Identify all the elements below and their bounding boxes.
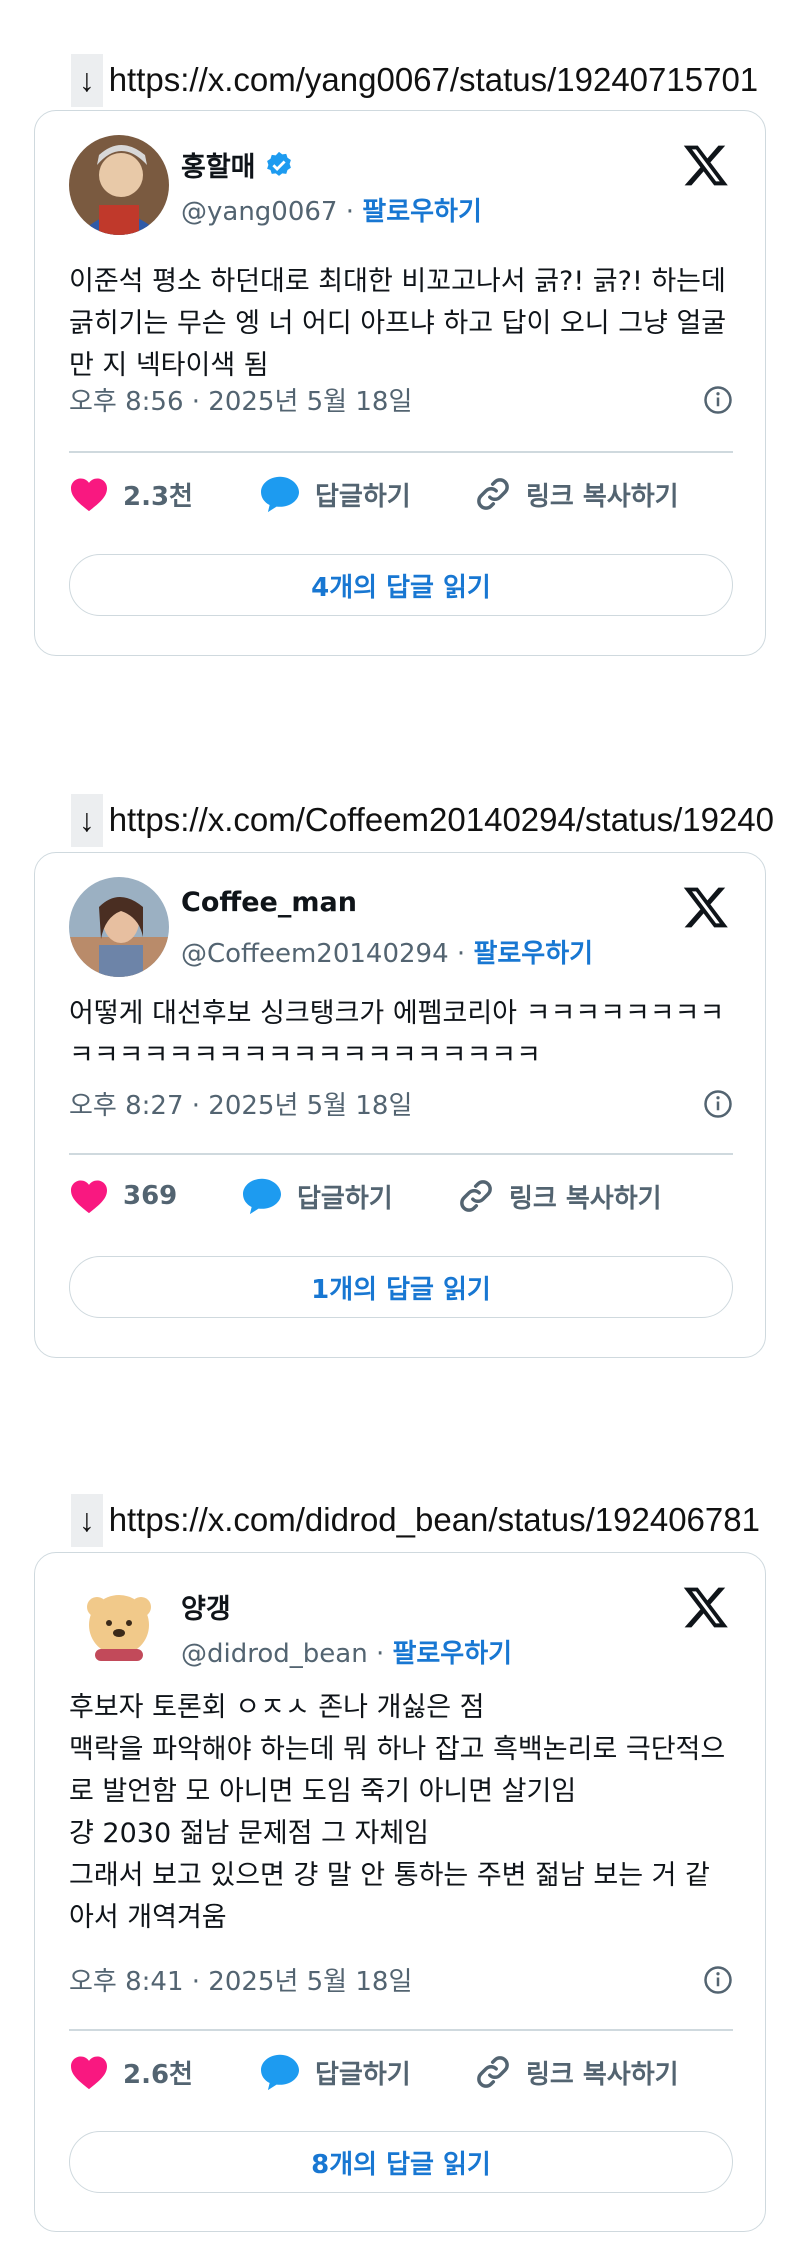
link-icon	[460, 1180, 492, 1212]
link-icon	[477, 2056, 509, 2088]
reply-bubble-icon	[261, 2054, 299, 2091]
divider	[69, 1153, 733, 1155]
down-arrow-icon: ↓	[70, 54, 103, 107]
tweet-text: 후보자 토론회 ㅇㅈㅅ 존나 개싫은 점 맥락을 파악해야 하는데 뭐 하나 잡…	[69, 1692, 726, 1933]
reply-label: 답글하기	[297, 1183, 393, 1214]
tweet-meta: 오후 8:41 · 2025년 5월 18일	[69, 1961, 733, 1998]
copy-link-button[interactable]: 링크 복사하기	[474, 2047, 679, 2097]
follow-button[interactable]: 팔로우하기	[473, 939, 593, 969]
tweet-text: 어떻게 대선후보 싱크탱크가 에펨코리아 ㅋㅋㅋㅋㅋㅋㅋㅋㅋㅋㅋㅋㅋㅋㅋㅋㅋㅋㅋ…	[69, 998, 725, 1071]
display-name[interactable]: 양갱	[181, 1587, 231, 1626]
tweet-card[interactable]: 양갱 @didrod_bean · 팔로우하기 후보자 토론회 ㅇㅈㅅ 존나 개…	[34, 1552, 766, 2232]
down-arrow-icon: ↓	[70, 794, 103, 847]
display-name-text[interactable]: Coffee_man	[181, 887, 357, 918]
heart-icon	[71, 1180, 107, 1214]
action-bar: 2.3천 답글하기 링크 복사하기	[69, 469, 733, 519]
like-count: 369	[123, 1181, 178, 1211]
handle-line: @Coffeem20140294 · 팔로우하기	[181, 933, 593, 970]
info-icon[interactable]	[703, 1965, 733, 1995]
like-count: 2.3천	[123, 481, 193, 512]
divider	[69, 451, 733, 453]
heart-icon	[71, 2056, 107, 2090]
display-name[interactable]: Coffee_man	[181, 887, 357, 918]
follow-button[interactable]: 팔로우하기	[362, 197, 482, 227]
info-icon[interactable]	[703, 385, 733, 415]
reply-bubble-icon	[243, 1178, 281, 1215]
reply-button[interactable]: 답글하기	[241, 1171, 393, 1221]
reply-label: 답글하기	[315, 2059, 411, 2090]
handle-line: @didrod_bean · 팔로우하기	[181, 1633, 512, 1670]
tweet-card[interactable]: 홍할매 @yang0067 · 팔로우하기 이준석 평소 하던대로 최대한 비꼬…	[34, 110, 766, 656]
follow-button[interactable]: 팔로우하기	[392, 1639, 512, 1669]
reply-button[interactable]: 답글하기	[259, 469, 411, 519]
timestamp[interactable]: 오후 8:56 · 2025년 5월 18일	[69, 381, 412, 418]
read-replies-button[interactable]: 1개의 답글 읽기	[69, 1256, 733, 1318]
handle-line: @yang0067 · 팔로우하기	[181, 191, 482, 228]
separator: ·	[375, 1639, 385, 1669]
avatar[interactable]	[69, 1577, 169, 1677]
display-name[interactable]: 홍할매	[181, 145, 294, 184]
divider	[69, 2029, 733, 2031]
like-count: 2.6천	[123, 2059, 193, 2090]
x-logo-icon[interactable]	[681, 883, 731, 931]
timestamp[interactable]: 오후 8:41 · 2025년 5월 18일	[69, 1961, 412, 1998]
separator: ·	[345, 197, 355, 227]
reply-label: 답글하기	[315, 481, 411, 512]
avatar[interactable]	[69, 877, 169, 977]
copy-link-button[interactable]: 링크 복사하기	[474, 469, 679, 519]
x-logo-icon[interactable]	[681, 1583, 731, 1631]
down-arrow-icon: ↓	[70, 1494, 103, 1547]
like-button[interactable]: 2.3천	[69, 469, 193, 519]
separator: ·	[456, 939, 466, 969]
handle[interactable]: @didrod_bean	[181, 1639, 368, 1669]
copy-link-button[interactable]: 링크 복사하기	[457, 1171, 662, 1221]
like-button[interactable]: 2.6천	[69, 2047, 193, 2097]
handle[interactable]: @Coffeem20140294	[181, 939, 449, 969]
tweet-meta: 오후 8:56 · 2025년 5월 18일	[69, 381, 733, 418]
timestamp[interactable]: 오후 8:27 · 2025년 5월 18일	[69, 1085, 412, 1122]
reply-button[interactable]: 답글하기	[259, 2047, 411, 2097]
display-name-text[interactable]: 양갱	[181, 1587, 231, 1626]
tweet-card[interactable]: Coffee_man @Coffeem20140294 · 팔로우하기 어떻게 …	[34, 852, 766, 1358]
read-replies-button[interactable]: 4개의 답글 읽기	[69, 554, 733, 616]
read-replies-button[interactable]: 8개의 답글 읽기	[69, 2131, 733, 2193]
tweet-meta: 오후 8:27 · 2025년 5월 18일	[69, 1085, 733, 1122]
avatar[interactable]	[69, 135, 169, 235]
copy-link-label: 링크 복사하기	[526, 2059, 679, 2090]
info-icon[interactable]	[703, 1089, 733, 1119]
reply-bubble-icon	[261, 476, 299, 513]
display-name-text[interactable]: 홍할매	[181, 145, 256, 184]
copy-link-label: 링크 복사하기	[526, 481, 679, 512]
action-bar: 369 답글하기 링크 복사하기	[69, 1171, 733, 1221]
handle[interactable]: @yang0067	[181, 197, 337, 227]
x-logo-icon[interactable]	[681, 141, 731, 189]
action-bar: 2.6천 답글하기 링크 복사하기	[69, 2047, 733, 2097]
copy-link-label: 링크 복사하기	[509, 1183, 662, 1214]
link-icon	[477, 478, 509, 510]
tweet-text: 이준석 평소 하던대로 최대한 비꼬고나서 긁?! 긁?! 하는데 긁히기는 무…	[69, 266, 727, 381]
verified-badge-icon	[266, 151, 291, 176]
heart-icon	[71, 478, 107, 512]
like-button[interactable]: 369	[69, 1171, 177, 1221]
